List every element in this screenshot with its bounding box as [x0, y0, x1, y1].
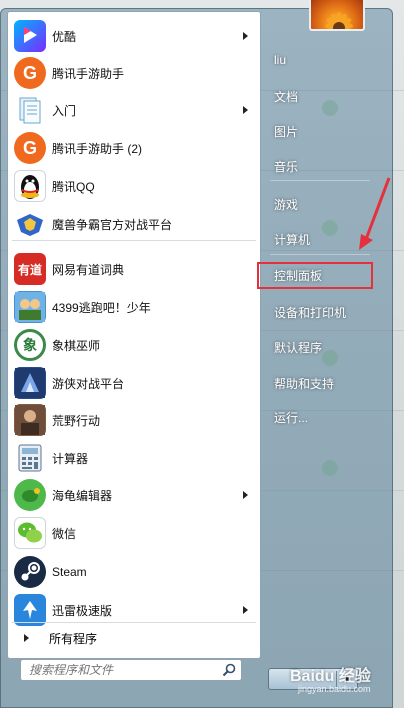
program-label: 微信: [52, 526, 77, 541]
program-item[interactable]: 游侠对战平台: [10, 365, 256, 401]
program-label: 计算器: [52, 451, 89, 466]
program-item[interactable]: 4399逃跑吧！少年: [10, 289, 256, 325]
program-list-separator: [12, 622, 256, 623]
program-item[interactable]: 入门: [10, 92, 256, 128]
watermark-url: jingyan.baidu.com: [298, 684, 371, 694]
program-label: 腾讯QQ: [52, 179, 95, 194]
all-programs-label: 所有程序: [49, 631, 98, 646]
calculator-icon: [14, 442, 46, 474]
program-label: 腾讯手游助手 (2): [52, 141, 143, 156]
program-label: 优酷: [52, 29, 77, 44]
program-item[interactable]: 腾讯QQ: [10, 168, 256, 204]
program-item[interactable]: 优酷: [10, 18, 256, 54]
submenu-arrow-icon[interactable]: [243, 606, 248, 614]
search-input[interactable]: [21, 663, 219, 677]
qq-penguin-icon: [14, 170, 46, 202]
program-item[interactable]: 荒野行动: [10, 402, 256, 438]
arrow-right-icon: [24, 634, 29, 642]
youxia-platform-icon: [14, 367, 46, 399]
turtle-editor-icon: [14, 479, 46, 511]
red-arrow-annotation: [359, 177, 391, 250]
program-label: 魔兽争霸官方对战平台: [52, 217, 173, 232]
start-menu-link[interactable]: 运行...: [264, 404, 374, 430]
control-panel-highlight-box: [257, 262, 373, 289]
program-item[interactable]: 微信: [10, 515, 256, 551]
program-item[interactable]: 有道 网易有道词典: [10, 251, 256, 287]
start-menu-link[interactable]: 文档: [264, 83, 374, 109]
program-item[interactable]: G 腾讯手游助手: [10, 55, 256, 91]
program-label: 海龟编辑器: [52, 488, 113, 503]
program-item[interactable]: 计算器: [10, 440, 256, 476]
submenu-arrow-icon[interactable]: [243, 32, 248, 40]
program-label: 游侠对战平台: [52, 376, 125, 391]
program-label: 腾讯手游助手: [52, 66, 125, 81]
chess-icon: 象: [14, 329, 46, 361]
program-item[interactable]: G 腾讯手游助手 (2): [10, 130, 256, 166]
program-list-separator: [12, 240, 256, 241]
wechat-icon: [14, 517, 46, 549]
search-icon[interactable]: [219, 660, 239, 680]
program-label: 网易有道词典: [52, 262, 125, 277]
program-label: 荒野行动: [52, 413, 101, 428]
program-label: 入门: [52, 103, 77, 118]
warcraft-platform-icon: [14, 208, 46, 240]
start-menu-link[interactable]: 帮助和支持: [264, 370, 374, 396]
program-label: Steam: [52, 565, 87, 579]
tencent-game-assistant-icon: G: [14, 57, 46, 89]
program-item[interactable]: Steam: [10, 554, 256, 590]
game-4399-icon: [14, 291, 46, 323]
youdao-dictionary-icon: 有道: [14, 253, 46, 285]
steam-icon: [14, 556, 46, 588]
submenu-arrow-icon[interactable]: [243, 491, 248, 499]
search-box[interactable]: [20, 659, 242, 681]
getting-started-icon: [14, 94, 46, 126]
youku-icon: [14, 20, 46, 52]
user-avatar-flower[interactable]: [309, 0, 365, 31]
tencent-game-assistant-icon: G: [14, 132, 46, 164]
program-label: 迅雷极速版: [52, 603, 113, 618]
program-item[interactable]: 象象棋巫师: [10, 327, 256, 363]
start-menu-link[interactable]: 图片: [264, 118, 374, 144]
all-programs-button[interactable]: 所有程序: [10, 625, 256, 651]
program-item[interactable]: 海龟编辑器: [10, 477, 256, 513]
submenu-arrow-icon[interactable]: [243, 106, 248, 114]
start-menu-link[interactable]: liu: [264, 47, 374, 73]
start-menu-link[interactable]: 默认程序: [264, 334, 374, 360]
program-item[interactable]: 魔兽争霸官方对战平台: [10, 206, 256, 242]
start-menu-link[interactable]: 设备和打印机: [264, 299, 374, 325]
program-label: 象棋巫师: [52, 338, 101, 353]
watermark-logo: Baidu 经验: [290, 668, 371, 685]
knives-out-icon: [14, 404, 46, 436]
program-label: 4399逃跑吧！少年: [52, 300, 151, 315]
